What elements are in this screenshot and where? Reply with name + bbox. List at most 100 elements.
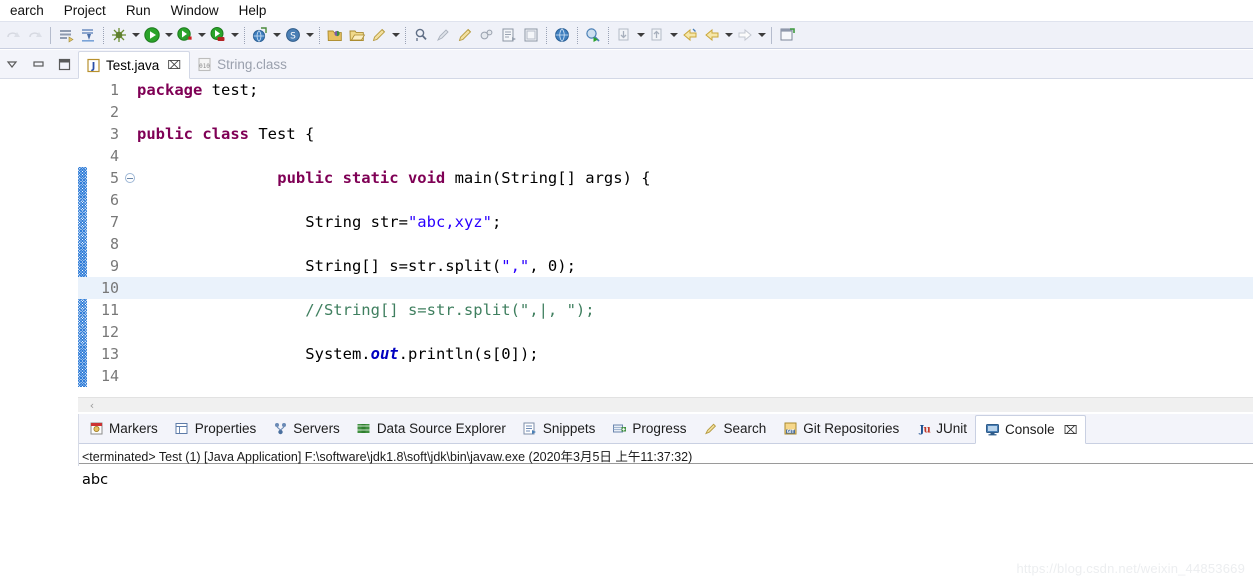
close-icon[interactable]: ⌧ xyxy=(167,58,181,72)
new-editor-icon[interactable] xyxy=(776,24,798,46)
previous-annotation-icon[interactable] xyxy=(646,24,668,46)
bottom-tab-data-source-explorer[interactable]: Data Source Explorer xyxy=(348,414,514,443)
code-token: "," xyxy=(501,257,529,275)
line-number: 12 xyxy=(78,323,122,341)
save-all-icon[interactable] xyxy=(55,24,77,46)
source-icon[interactable] xyxy=(498,24,520,46)
search-toggle-icon[interactable] xyxy=(410,24,432,46)
bottom-tab-properties[interactable]: Properties xyxy=(166,414,265,443)
run-external-tools-icon[interactable] xyxy=(174,24,196,46)
debug-icon[interactable] xyxy=(108,24,130,46)
left-view-toolbar xyxy=(0,50,78,79)
bottom-tab-progress[interactable]: Progress xyxy=(603,414,694,443)
link-icon[interactable] xyxy=(476,24,498,46)
code-line[interactable]: 7String str="abc,xyz"; xyxy=(78,211,1253,233)
code-line[interactable]: 9String[] s=str.split(",", 0); xyxy=(78,255,1253,277)
code-line[interactable]: 2 xyxy=(78,101,1253,123)
menu-item-window[interactable]: Window xyxy=(161,1,229,20)
code-line[interactable]: 12 xyxy=(78,321,1253,343)
close-icon[interactable]: ⌧ xyxy=(1064,423,1078,437)
back-icon[interactable] xyxy=(701,24,723,46)
new-class-icon[interactable] xyxy=(368,24,390,46)
search-globe-icon[interactable] xyxy=(582,24,604,46)
view-menu-icon[interactable] xyxy=(4,56,20,72)
chevron-down-icon[interactable] xyxy=(390,24,401,46)
collapse-icon[interactable] xyxy=(125,173,135,183)
bottom-tab-snippets[interactable]: Snippets xyxy=(514,414,604,443)
bottom-tab-console[interactable]: Console⌧ xyxy=(975,415,1086,444)
scroll-left-arrow[interactable]: ‹ xyxy=(78,399,106,412)
code-line[interactable]: 5public static void main(String[] args) … xyxy=(78,167,1253,189)
forward-icon[interactable] xyxy=(734,24,756,46)
chevron-down-icon[interactable] xyxy=(756,24,767,46)
chevron-down-icon[interactable] xyxy=(229,24,240,46)
code-token: main(String[] args) { xyxy=(445,169,650,187)
search-icon xyxy=(702,421,718,437)
editor-tab-test-java[interactable]: JTest.java⌧ xyxy=(78,51,190,79)
code-token: .println(s[0]); xyxy=(399,345,539,363)
editor-tab-label: Test.java xyxy=(106,58,159,73)
chevron-down-icon[interactable] xyxy=(196,24,207,46)
code-line[interactable]: 6 xyxy=(78,189,1253,211)
chevron-down-icon[interactable] xyxy=(304,24,315,46)
code-line[interactable]: 3public class Test { xyxy=(78,123,1253,145)
line-number: 9 xyxy=(78,257,122,275)
back-yellow-icon[interactable] xyxy=(679,24,701,46)
menu-item-project[interactable]: Project xyxy=(54,1,116,20)
bottom-tab-label: Progress xyxy=(632,421,686,436)
show-whitespace-icon[interactable] xyxy=(520,24,542,46)
pencil-icon[interactable] xyxy=(454,24,476,46)
toolbar-separator xyxy=(319,27,320,44)
toolbar-separator xyxy=(608,27,609,44)
code-line[interactable]: 8 xyxy=(78,233,1253,255)
marker-icon[interactable] xyxy=(432,24,454,46)
code-line[interactable]: 11//String[] s=str.split(",|, "); xyxy=(78,299,1253,321)
line-number: 8 xyxy=(78,235,122,253)
editor-tab-string-class[interactable]: 010String.class xyxy=(190,50,295,78)
chevron-down-icon[interactable] xyxy=(163,24,174,46)
scroll-track[interactable] xyxy=(106,398,1253,413)
svg-text:u: u xyxy=(923,425,930,436)
open-web-browser-icon[interactable] xyxy=(249,24,271,46)
globe-icon[interactable] xyxy=(551,24,573,46)
code-line[interactable]: 4 xyxy=(78,145,1253,167)
code-token: String str= xyxy=(305,213,408,231)
bottom-tab-servers[interactable]: Servers xyxy=(264,414,348,443)
open-perspective-icon[interactable]: S xyxy=(282,24,304,46)
next-annotation-icon[interactable] xyxy=(613,24,635,46)
bottom-tab-markers[interactable]: Markers xyxy=(80,414,166,443)
run-icon[interactable] xyxy=(141,24,163,46)
code-text: //String[] s=str.split(",|, "); xyxy=(305,301,594,319)
bottom-tab-search[interactable]: Search xyxy=(694,414,774,443)
menu-item-help[interactable]: Help xyxy=(229,1,277,20)
chevron-down-icon[interactable] xyxy=(635,24,646,46)
export-icon[interactable] xyxy=(77,24,99,46)
toolbar-separator xyxy=(103,27,104,44)
bottom-tab-junit[interactable]: JuJUnit xyxy=(907,414,975,443)
editor-area: JTest.java⌧010String.class 1package test… xyxy=(78,50,1253,412)
chevron-down-icon[interactable] xyxy=(271,24,282,46)
code-line[interactable]: 10 xyxy=(78,277,1253,299)
code-line[interactable]: 1package test; xyxy=(78,79,1253,101)
maximize-icon[interactable] xyxy=(56,56,72,72)
menu-item-earch[interactable]: earch xyxy=(0,1,54,20)
svg-text:S: S xyxy=(290,32,296,42)
chevron-down-icon[interactable] xyxy=(723,24,734,46)
menu-item-run[interactable]: Run xyxy=(116,1,161,20)
code-line[interactable]: 13System.out.println(s[0]); xyxy=(78,343,1253,365)
new-java-package-icon[interactable] xyxy=(324,24,346,46)
junit-icon: Ju xyxy=(915,421,931,437)
chevron-down-icon[interactable] xyxy=(130,24,141,46)
minimize-icon[interactable] xyxy=(30,56,46,72)
chevron-down-icon[interactable] xyxy=(668,24,679,46)
editor-horizontal-scrollbar[interactable]: ‹ xyxy=(78,397,1253,412)
toolbar-separator xyxy=(546,27,547,44)
open-type-icon[interactable] xyxy=(346,24,368,46)
code-line[interactable]: 14 xyxy=(78,365,1253,387)
properties-icon xyxy=(174,421,190,437)
bottom-tab-git-repositories[interactable]: GITGit Repositories xyxy=(774,414,907,443)
code-surface[interactable]: 1package test;23public class Test {45pub… xyxy=(78,79,1253,412)
coverage-icon[interactable] xyxy=(207,24,229,46)
redo-icon xyxy=(2,24,24,46)
fold-column[interactable] xyxy=(122,173,137,183)
